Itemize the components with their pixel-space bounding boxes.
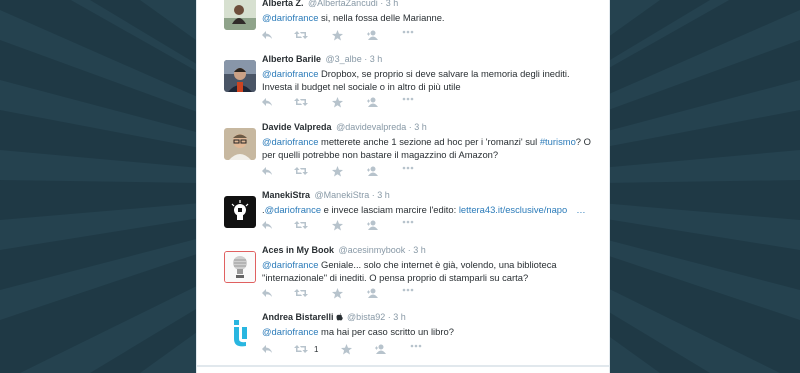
tweet-text: @dariofrance si, nella fossa delle Maria… <box>262 11 599 24</box>
tweet-fullname[interactable]: Alberto Barile <box>262 54 321 64</box>
more-icon[interactable] <box>402 220 414 234</box>
tweet-body: si, nella fossa delle Marianne. <box>318 12 445 23</box>
reply-icon[interactable] <box>262 288 273 302</box>
follow-icon[interactable] <box>367 97 379 111</box>
avatar[interactable] <box>224 251 256 283</box>
time-separator: · <box>361 54 370 64</box>
more-icon[interactable] <box>402 166 414 180</box>
tweet-handle[interactable]: @AlbertaZancudi <box>308 0 378 8</box>
tweet-timestamp[interactable]: 3 h <box>414 122 427 132</box>
url-link[interactable]: lettera43.it/esclusive/napo <box>459 204 567 215</box>
star-icon[interactable] <box>332 97 343 111</box>
tweet-body: ma hai per caso scritto un libro? <box>318 326 454 337</box>
mention-link[interactable]: @dariofrance <box>262 326 318 337</box>
tweet-timestamp[interactable]: 3 h <box>413 245 426 255</box>
timeline[interactable]: Alberta Z. @AlbertaZancudi · 3 h @dariof… <box>196 0 610 373</box>
mention-link[interactable]: @dariofrance <box>262 12 318 23</box>
tweet-timestamp[interactable]: 3 h <box>377 190 390 200</box>
tweet-fullname[interactable]: Andrea Bistarelli <box>262 312 334 322</box>
star-icon[interactable] <box>332 30 343 44</box>
tweet-actions <box>262 220 422 234</box>
tweet-text: .@dariofrance e invece lasciam marcire l… <box>262 203 599 216</box>
tweet-text: @dariofrance ma hai per caso scritto un … <box>262 325 599 338</box>
hashtag-link[interactable]: #turismo <box>540 136 576 147</box>
reply-icon[interactable] <box>262 166 273 180</box>
tweet-actions <box>262 30 422 44</box>
tweet-timestamp[interactable]: 3 h <box>386 0 399 8</box>
reply-icon[interactable] <box>262 97 273 111</box>
tweet-actions: 1 <box>262 344 442 358</box>
tweet-item[interactable]: ManekiStra @ManekiStra · 3 h .@dariofran… <box>197 186 609 242</box>
tweet-item[interactable]: Davide Valpreda @davidevalpreda · 3 h @d… <box>197 118 609 187</box>
retweet-icon[interactable] <box>294 97 308 111</box>
mention-link[interactable]: @dariofrance <box>265 204 321 215</box>
mention-link[interactable]: @dariofrance <box>262 259 318 270</box>
retweet-count: 1 <box>314 345 319 354</box>
tweet-item[interactable]: Andrea Bistarelli @bista92 · 3 h @dariof… <box>197 308 609 366</box>
tweet-fullname[interactable]: ManekiStra <box>262 190 310 200</box>
follow-icon[interactable] <box>367 220 379 234</box>
tweet-handle[interactable]: @3_albe <box>326 54 362 64</box>
tweet-handle[interactable]: @davidevalpreda <box>336 122 406 132</box>
tweet-item[interactable]: Aces in My Book @acesinmybook · 3 h @dar… <box>197 241 609 309</box>
more-icon[interactable] <box>410 344 422 358</box>
tweet-fullname[interactable]: Davide Valpreda <box>262 122 332 132</box>
tweet-text: @dariofrance Dropbox, se proprio si deve… <box>262 67 599 93</box>
time-separator: · <box>377 0 386 8</box>
tweet-item-partial[interactable] <box>197 366 609 373</box>
retweet-icon[interactable] <box>294 288 308 302</box>
tweet-actions <box>262 288 422 302</box>
tweet-timestamp[interactable]: 3 h <box>370 54 383 64</box>
tweet-body: metterete anche 1 sezione ad hoc per i '… <box>318 136 540 147</box>
avatar[interactable] <box>224 128 256 160</box>
tweet-handle[interactable]: @ManekiStra <box>315 190 370 200</box>
more-icon[interactable] <box>402 30 414 44</box>
avatar[interactable] <box>224 60 256 92</box>
retweet-icon[interactable] <box>294 344 308 358</box>
reply-icon[interactable] <box>262 220 273 234</box>
star-icon[interactable] <box>332 288 343 302</box>
tweet-fullname[interactable]: Alberta Z. <box>262 0 304 8</box>
tweet-item[interactable]: Alberto Barile @3_albe · 3 h @dariofranc… <box>197 50 609 119</box>
retweet-icon[interactable] <box>294 220 308 234</box>
reply-icon[interactable] <box>262 30 273 44</box>
tweet-text: @dariofrance Geniale... solo che interne… <box>262 258 599 284</box>
follow-icon[interactable] <box>367 166 379 180</box>
tweet-text: @dariofrance metterete anche 1 sezione a… <box>262 135 599 161</box>
avatar[interactable] <box>224 0 256 30</box>
more-icon[interactable] <box>402 97 414 111</box>
tweet-fullname[interactable]: Aces in My Book <box>262 245 334 255</box>
tweet-actions <box>262 166 422 180</box>
tweet-timestamp[interactable]: 3 h <box>393 312 406 322</box>
follow-icon[interactable] <box>375 344 387 358</box>
apple-icon <box>336 313 343 321</box>
mention-link[interactable]: @dariofrance <box>262 68 318 79</box>
star-icon[interactable] <box>332 220 343 234</box>
retweet-icon[interactable] <box>294 166 308 180</box>
follow-icon[interactable] <box>367 288 379 302</box>
avatar[interactable] <box>224 196 256 228</box>
time-separator: · <box>369 190 378 200</box>
tweet-handle[interactable]: @bista92 <box>347 312 385 322</box>
tweet-item[interactable]: Alberta Z. @AlbertaZancudi · 3 h @dariof… <box>197 0 609 51</box>
retweet-icon[interactable] <box>294 30 308 44</box>
tweet-actions <box>262 97 422 111</box>
reply-icon[interactable] <box>262 344 273 358</box>
follow-icon[interactable] <box>367 30 379 44</box>
avatar[interactable] <box>224 318 256 350</box>
tweet-handle[interactable]: @acesinmybook <box>339 245 406 255</box>
star-icon[interactable] <box>341 344 352 358</box>
star-icon[interactable] <box>332 166 343 180</box>
tweet-body: e invece lasciam marcire l'edito: <box>321 204 459 215</box>
expand-ellipsis[interactable]: … <box>576 204 585 215</box>
more-icon[interactable] <box>402 288 414 302</box>
mention-link[interactable]: @dariofrance <box>262 136 318 147</box>
